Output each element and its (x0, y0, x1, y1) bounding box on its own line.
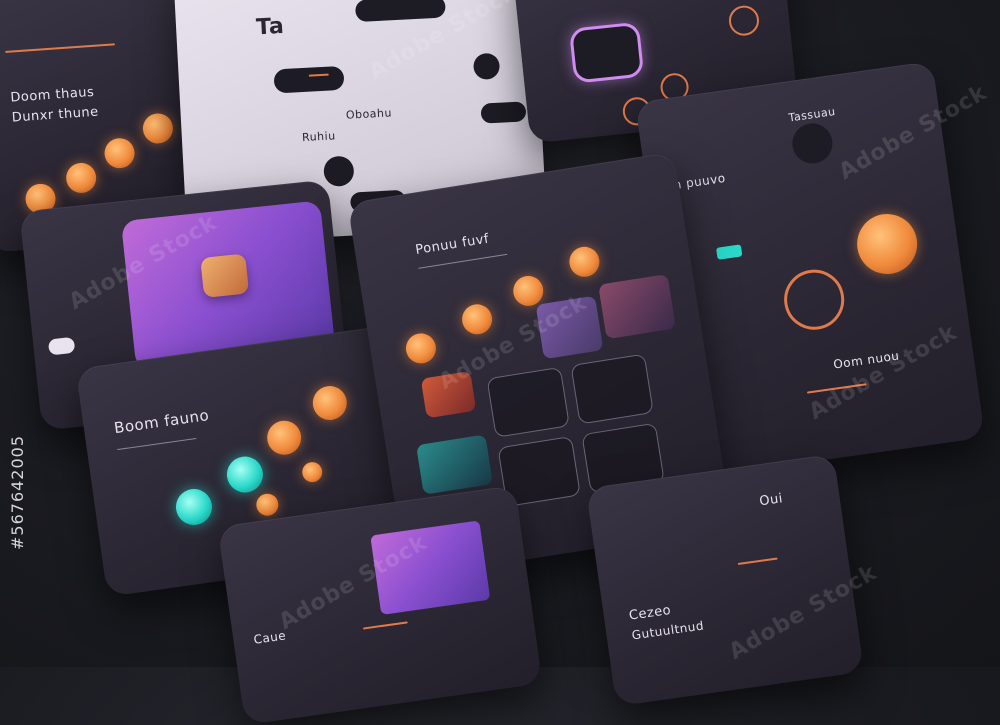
card-bottom-center: Caue (217, 485, 543, 725)
orange-button[interactable] (403, 331, 439, 366)
card-subtitle: Cezeo (628, 602, 673, 624)
teal-button[interactable] (224, 454, 266, 495)
card-subtitle: Tassuau (787, 104, 837, 125)
divider-line (418, 253, 508, 269)
orange-button[interactable] (264, 418, 304, 457)
stock-id: #567642005 (8, 434, 27, 550)
orange-button[interactable] (310, 383, 350, 423)
orange-button[interactable] (254, 492, 280, 518)
grid-tile[interactable] (486, 366, 570, 438)
teal-thumbnail[interactable] (416, 434, 494, 495)
image-thumbnail[interactable] (598, 273, 676, 340)
dark-bar[interactable] (273, 65, 345, 94)
card-subtitle: Dunxr thune (11, 104, 100, 126)
dark-circle-button[interactable] (789, 120, 835, 167)
small-white-chip[interactable] (47, 336, 76, 356)
round-button[interactable] (323, 155, 355, 187)
orange-button[interactable] (300, 460, 324, 484)
teal-chip (716, 244, 743, 260)
orange-button[interactable] (511, 273, 546, 309)
card-subtitle: Gutuultnud (630, 618, 705, 643)
card-bottom-right: Oui Cezeo Gutuultnud (585, 453, 865, 707)
accent-line (737, 557, 778, 566)
media-button[interactable] (568, 21, 645, 84)
logo-mark: Ta (255, 13, 285, 41)
card-title: Ponuu fuvf (414, 231, 491, 258)
grid-tile[interactable] (570, 353, 654, 425)
label-a: Ruhiu (301, 129, 336, 145)
card-label: Caue (252, 628, 288, 647)
orange-button[interactable] (103, 137, 136, 170)
orange-button[interactable] (141, 112, 174, 145)
dark-pill-button[interactable] (480, 101, 527, 124)
top-bar[interactable] (354, 0, 446, 23)
round-toggle[interactable] (472, 52, 501, 80)
label-b: Oboahu (345, 106, 393, 122)
card-title: Boom fauno (112, 406, 211, 438)
app-icon[interactable] (200, 253, 250, 298)
large-orange-dial[interactable] (853, 210, 922, 278)
card-title: Doom thaus (9, 84, 95, 106)
card-title: Oui (758, 491, 784, 510)
mockup-canvas: Doom thaus Dunxr thune Ta Ruhiu Oboahu I… (0, 0, 1000, 725)
accent-line (362, 621, 408, 630)
large-ring-dial[interactable] (780, 265, 849, 334)
orange-button[interactable] (459, 302, 495, 337)
orange-button[interactable] (65, 161, 98, 194)
ring-button[interactable] (727, 4, 761, 38)
orange-button[interactable] (567, 244, 602, 279)
teal-button[interactable] (173, 486, 215, 528)
divider-line (117, 437, 197, 451)
accent-line (5, 43, 116, 53)
